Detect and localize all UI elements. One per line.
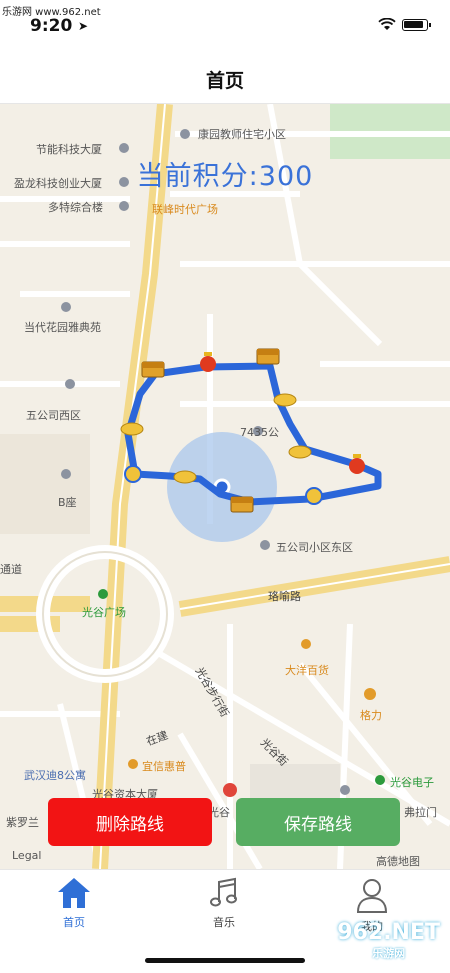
nav-bar: 首页 [0,52,450,104]
poi-label: 宜信惠普 [142,760,186,773]
page-title: 首页 [205,70,244,92]
gold-ingot-icon [288,445,312,459]
score-label: 当前积分:300 [136,161,314,192]
profile-icon [356,879,388,913]
location-arrow-icon: ➤ [78,19,89,33]
map-view[interactable]: 当前积分:300 康园教师住宅小区 节能科技大厦 盈龙科技创业大厦 多特综合楼 … [0,104,450,869]
delete-route-button[interactable]: 删除路线 [48,798,212,846]
home-icon [58,878,90,908]
money-bag-icon [200,352,216,372]
treasure-chest-icon [141,361,165,378]
map-canvas [0,104,450,869]
treasure-chest-icon [256,348,280,365]
gold-coin-icon [124,465,142,483]
treasure-chest-icon [230,496,254,513]
watermark-text: 乐游网 www.962.net [2,7,101,18]
poi-label: 五公司小区东区 [276,541,353,554]
poi-label: 多特综合楼 [48,201,103,214]
tab-label: 首页 [63,916,85,929]
poi-label: 格力 [360,709,382,722]
poi-label: 光谷广场 [82,606,126,619]
money-bag-icon [349,454,365,474]
gold-ingot-icon [120,422,144,436]
status-icons [378,18,431,31]
poi-label: 紫罗兰 [6,816,39,829]
map-provider-label: 高德地图 [376,855,420,868]
tab-bar: 首页 音乐 我的 962.NET 乐游网 [0,869,450,973]
save-route-button[interactable]: 保存路线 [236,798,400,846]
poi-label: 康园教师住宅小区 [198,128,286,141]
poi-label: 7435公 [240,426,279,439]
watermark-logo: 962.NET 乐游网 [337,920,440,960]
poi-label: 五公司西区 [26,409,81,422]
tab-label: 音乐 [213,916,235,929]
music-icon [210,877,237,907]
tab-home[interactable]: 首页 [44,876,104,930]
gold-ingot-icon [273,393,297,407]
poi-label: 联峰时代广场 [152,203,218,216]
legal-link[interactable]: Legal [12,849,41,862]
poi-label: 弗拉门 [404,806,437,819]
poi-label: 大洋百货 [285,664,329,677]
battery-icon [402,18,431,31]
status-time: 9:20 [30,16,73,36]
gold-coin-icon [305,487,323,505]
road-label: 珞喻路 [268,590,301,603]
poi-label: B座 [58,496,77,509]
poi-label: 武汉迪8公寓 [24,769,86,782]
gold-ingot-icon [173,470,197,484]
poi-label: 光谷电子 [390,776,434,789]
wifi-icon [378,18,396,30]
poi-label: 通道 [0,563,22,576]
poi-label: 当代花园雅典苑 [24,321,101,334]
home-indicator [145,958,305,963]
tab-music[interactable]: 音乐 [194,876,254,930]
